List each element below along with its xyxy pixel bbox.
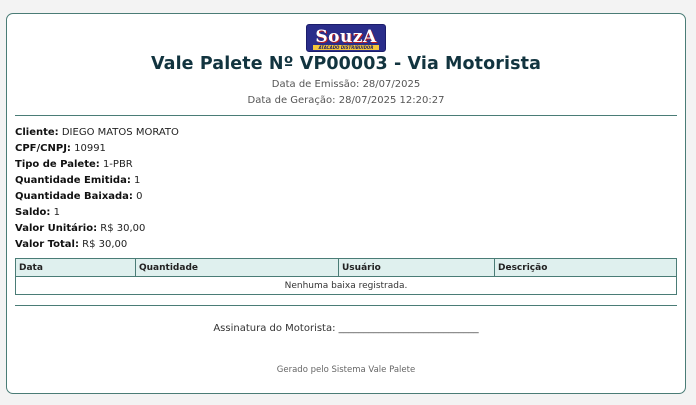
detail-label: Saldo: [15, 207, 51, 218]
detail-unitario: Valor Unitário: R$ 30,00 [15, 221, 179, 237]
detail-value: 1 [130, 175, 141, 186]
empty-message: Nenhuma baixa registrada. [15, 276, 677, 295]
logo-brand: SouzA [315, 27, 377, 47]
driver-signature-line: Assinatura do Motorista: _______________… [213, 323, 479, 334]
baixas-table: Data Quantidade Usuário Descrição Nenhum… [15, 258, 677, 295]
souza-logo: SouzA ATACADO DISTRIBUIDOR [306, 24, 386, 52]
detail-cliente: Cliente: DIEGO MATOS MORATO [15, 125, 179, 141]
detail-label: Tipo de Palete: [15, 159, 100, 170]
detail-saldo: Saldo: 1 [15, 205, 179, 221]
detail-label: Quantidade Emitida: [15, 175, 131, 186]
detail-value: 10991 [70, 143, 106, 154]
detail-value: R$ 30,00 [97, 223, 146, 234]
detail-value: R$ 30,00 [78, 239, 128, 250]
voucher-document: SouzA ATACADO DISTRIBUIDOR Vale Palete N… [6, 13, 686, 394]
detail-label: Quantidade Baixada: [15, 191, 133, 202]
document-title: Vale Palete Nº VP00003 - Via Motorista [150, 54, 541, 74]
table-header-row: Data Quantidade Usuário Descrição [15, 258, 677, 277]
detail-label: Valor Total: [15, 239, 79, 250]
detail-label: CPF/CNPJ: [15, 143, 71, 154]
column-header-usuario: Usuário [338, 258, 495, 277]
detail-emitida: Quantidade Emitida: 1 [15, 173, 179, 189]
logo-tagline: ATACADO DISTRIBUIDOR [313, 45, 379, 50]
detail-value: DIEGO MATOS MORATO [58, 127, 179, 138]
detail-value: 1 [50, 207, 60, 218]
header-divider [15, 115, 677, 116]
detail-baixada: Quantidade Baixada: 0 [15, 189, 179, 205]
column-header-data: Data [15, 258, 136, 277]
detail-label: Valor Unitário: [15, 223, 98, 234]
detail-total: Valor Total: R$ 30,00 [15, 237, 179, 253]
column-header-quantidade: Quantidade [135, 258, 339, 277]
table-row: Nenhuma baixa registrada. [15, 276, 677, 295]
column-header-descricao: Descrição [494, 258, 677, 277]
footer-divider [15, 305, 677, 306]
detail-cpf: CPF/CNPJ: 10991 [15, 141, 179, 157]
detail-value: 0 [132, 191, 143, 202]
footer-note: Gerado pelo Sistema Vale Palete [276, 365, 416, 375]
detail-value: 1-PBR [99, 159, 133, 170]
detail-label: Cliente: [15, 127, 59, 138]
emission-date: Data de Emissão: 28/07/2025 [271, 79, 421, 90]
detail-tipo: Tipo de Palete: 1-PBR [15, 157, 179, 173]
generation-date: Data de Geração: 28/07/2025 12:20:27 [247, 95, 445, 106]
voucher-details: Cliente: DIEGO MATOS MORATO CPF/CNPJ: 10… [15, 125, 179, 253]
